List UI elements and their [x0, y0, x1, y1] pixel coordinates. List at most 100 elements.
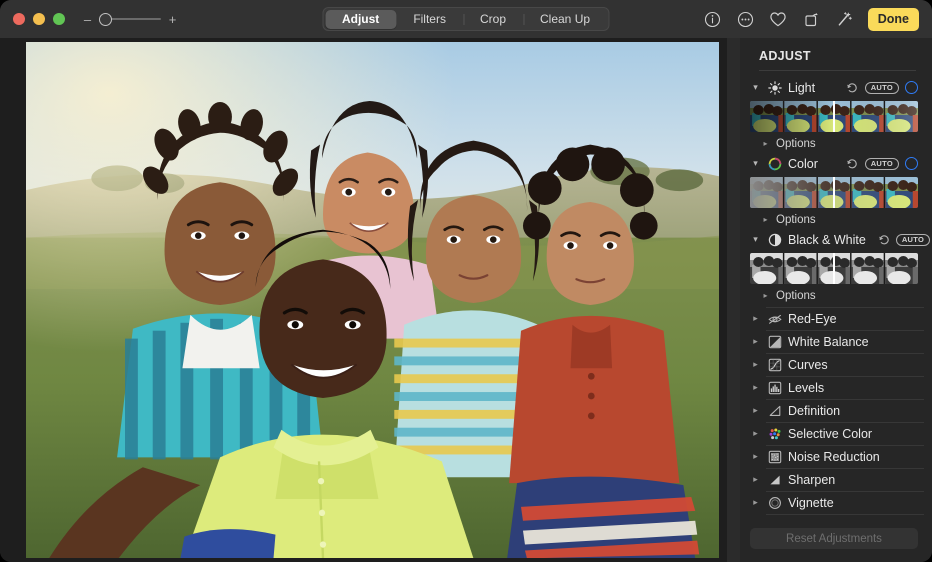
adjustment-label-levels: Levels [788, 381, 824, 395]
chevron-right-icon[interactable]: ▸ [761, 291, 770, 300]
zoom-slider-control[interactable]: – + [83, 12, 177, 26]
strip-playhead-color[interactable] [833, 177, 835, 208]
photo-image[interactable] [26, 42, 719, 558]
adjustment-row-vignette[interactable]: ▸ Vignette [740, 491, 932, 514]
chevron-right-icon[interactable]: ▸ [761, 139, 770, 148]
section-header-light[interactable]: ▾ Lig [750, 77, 918, 98]
chevron-right-icon[interactable]: ▸ [750, 313, 761, 324]
strip-playhead-light[interactable] [833, 101, 835, 132]
section-label-black-and-white: Black & White [788, 233, 866, 247]
chevron-down-icon[interactable]: ▾ [750, 158, 761, 169]
zoom-in-label[interactable]: + [168, 13, 177, 26]
section-header-color[interactable]: ▾ [750, 153, 918, 174]
chevron-right-icon[interactable]: ▸ [750, 359, 761, 370]
definition-icon [767, 403, 782, 418]
photo-artwork [26, 42, 719, 558]
adjustment-label-white-balance: White Balance [788, 335, 869, 349]
adjustment-section-color: ▾ [740, 153, 932, 229]
adjustments-list-end-rule [740, 514, 932, 528]
adjustment-label-red-eye: Red-Eye [788, 312, 837, 326]
chevron-right-icon[interactable]: ▸ [761, 215, 770, 224]
chevron-right-icon[interactable]: ▸ [750, 451, 761, 462]
adjustment-row-noise-reduction[interactable]: ▸ [740, 445, 932, 468]
adjust-sidebar: ADJUST ▾ [740, 38, 932, 562]
enable-toggle-light[interactable] [905, 81, 918, 94]
section-label-color: Color [788, 157, 818, 171]
auto-badge-black-and-white[interactable]: AUTO [896, 234, 930, 246]
tab-adjust[interactable]: Adjust [325, 10, 396, 29]
auto-badge-light[interactable]: AUTO [865, 82, 899, 94]
tab-clean-up[interactable]: Clean Up [523, 10, 607, 29]
toolbar-actions: Done [703, 8, 932, 31]
panel-divider [727, 38, 740, 562]
adjustment-label-noise-reduction: Noise Reduction [788, 450, 880, 464]
favorite-heart-icon[interactable] [769, 10, 788, 29]
photo-canvas[interactable] [0, 38, 727, 562]
magic-wand-icon[interactable] [835, 10, 854, 29]
edit-mode-tabs: Adjust Filters Crop Clean Up [322, 7, 609, 31]
strip-playhead-black-and-white[interactable] [833, 253, 835, 284]
preview-strip-light[interactable] [750, 101, 918, 132]
collapsed-adjustments: ▸ Red-Eye ▸ [740, 307, 932, 528]
chevron-right-icon[interactable]: ▸ [750, 382, 761, 393]
revert-icon-black-and-white[interactable] [878, 233, 890, 246]
noise-reduction-icon [767, 449, 782, 464]
adjustment-section-light: ▾ Lig [740, 77, 932, 153]
levels-icon [767, 380, 782, 395]
color-wheel-icon [767, 156, 782, 171]
adjustment-row-curves[interactable]: ▸ Curves [740, 353, 932, 376]
more-options-icon[interactable] [736, 10, 755, 29]
zoom-slider[interactable] [99, 12, 161, 26]
adjustment-section-black-and-white: ▾ Black & White [740, 229, 932, 305]
black-white-circle-icon [767, 232, 782, 247]
adjustment-label-curves: Curves [788, 358, 828, 372]
brightness-sun-icon [767, 80, 782, 95]
curves-icon [767, 357, 782, 372]
options-toggle-light[interactable]: ▸ Options [750, 134, 918, 153]
adjustment-label-selective-color: Selective Color [788, 427, 872, 441]
options-label-color: Options [776, 214, 816, 226]
preview-strip-color[interactable] [750, 177, 918, 208]
auto-badge-color[interactable]: AUTO [865, 158, 899, 170]
adjustment-row-levels[interactable]: ▸ [740, 376, 932, 399]
chevron-right-icon[interactable]: ▸ [750, 336, 761, 347]
editor-body: ADJUST ▾ [0, 38, 932, 562]
revert-icon-color[interactable] [846, 157, 859, 170]
enable-toggle-color[interactable] [905, 157, 918, 170]
zoom-slider-knob[interactable] [99, 13, 112, 26]
adjustment-row-white-balance[interactable]: ▸ White Balance [740, 330, 932, 353]
photos-editor-window: – + Adjust Filters Crop Clean Up [0, 0, 932, 562]
minimize-button[interactable] [33, 13, 45, 25]
tab-crop[interactable]: Crop [463, 10, 523, 29]
adjustment-row-selective-color[interactable]: ▸ [740, 422, 932, 445]
close-button[interactable] [13, 13, 25, 25]
zoom-out-label[interactable]: – [83, 13, 92, 26]
chevron-right-icon[interactable]: ▸ [750, 474, 761, 485]
options-toggle-black-and-white[interactable]: ▸ Options [750, 286, 918, 305]
adjustment-label-vignette: Vignette [788, 496, 834, 510]
chevron-right-icon[interactable]: ▸ [750, 497, 761, 508]
sidebar-title: ADJUST [740, 38, 932, 70]
reset-adjustments-button[interactable]: Reset Adjustments [750, 528, 918, 549]
reset-adjustments-container: Reset Adjustments [740, 528, 932, 562]
chevron-right-icon[interactable]: ▸ [750, 405, 761, 416]
chevron-down-icon[interactable]: ▾ [750, 234, 761, 245]
section-header-black-and-white[interactable]: ▾ Black & White [750, 229, 918, 250]
adjustment-row-definition[interactable]: ▸ Definition [740, 399, 932, 422]
revert-icon-light[interactable] [846, 81, 859, 94]
adjustment-row-red-eye[interactable]: ▸ Red-Eye [740, 307, 932, 330]
options-label-black-and-white: Options [776, 290, 816, 302]
options-label-light: Options [776, 138, 816, 150]
rotate-icon[interactable] [802, 10, 821, 29]
chevron-down-icon[interactable]: ▾ [750, 82, 761, 93]
preview-strip-black-and-white[interactable] [750, 253, 918, 284]
done-button[interactable]: Done [868, 8, 919, 31]
zoom-button[interactable] [53, 13, 65, 25]
adjustments-list[interactable]: ▾ Lig [740, 77, 932, 528]
white-balance-icon [767, 334, 782, 349]
tab-filters[interactable]: Filters [396, 10, 463, 29]
chevron-right-icon[interactable]: ▸ [750, 428, 761, 439]
adjustment-row-sharpen[interactable]: ▸ Sharpen [740, 468, 932, 491]
info-icon[interactable] [703, 10, 722, 29]
options-toggle-color[interactable]: ▸ Options [750, 210, 918, 229]
